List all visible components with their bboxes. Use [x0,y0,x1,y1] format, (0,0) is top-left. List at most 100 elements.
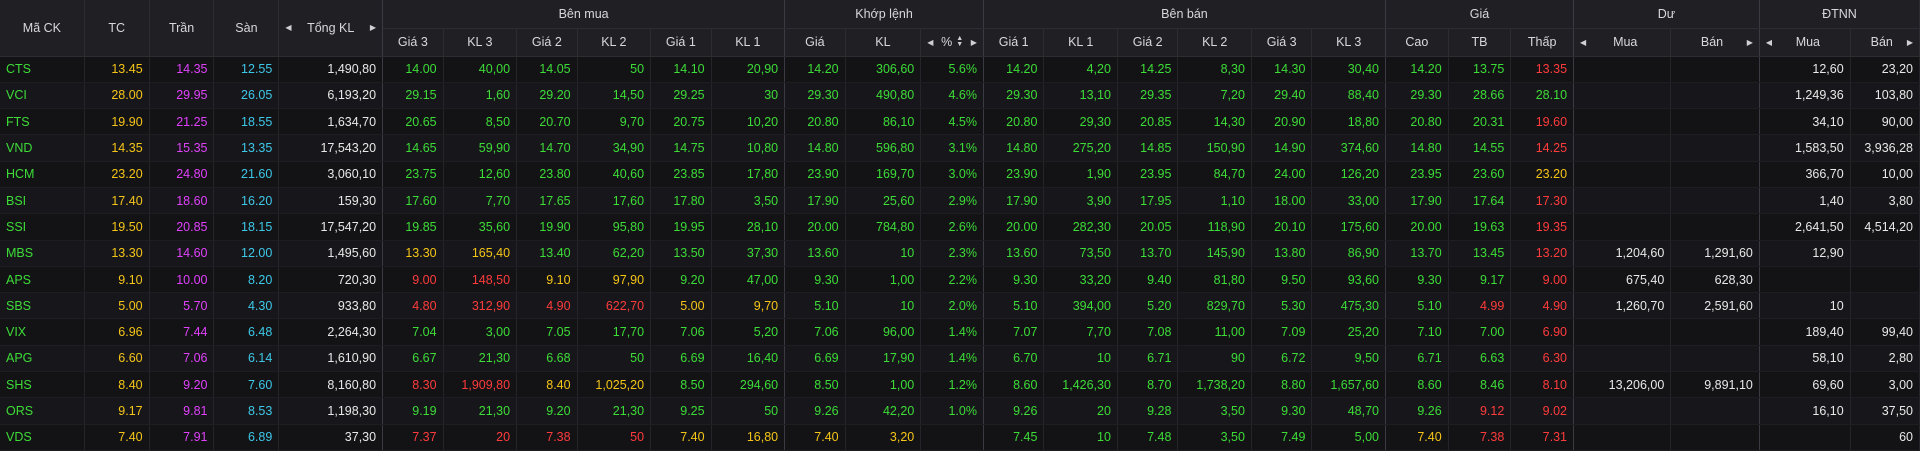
sell-volume-cell: 18,80 [1311,108,1386,136]
match-percent-cell: 3.0% [920,161,984,188]
table-row[interactable]: BSI 17.40 18.60 16.20 159,30 17.60 7,70 17.65 17… [0,187,1920,215]
col-floor-header[interactable]: Sàn [213,0,280,57]
table-row[interactable]: HCM 23.20 24.80 21.60 3,060,10 23.75 12,60 23.8… [0,161,1920,188]
col-total-volume-header[interactable]: ◀ Tổng KL ▶ [278,0,384,57]
table-row[interactable]: MBS 13.30 14.60 12.00 1,495,60 13.30 165,40 13.… [0,240,1920,267]
symbol-cell[interactable]: APG [0,345,85,373]
sell-price-cell: 6.72 [1251,345,1313,373]
foreign-sell-cell: 10,00 [1850,161,1920,188]
foreign-sell-header[interactable]: Bán ▶ [1850,28,1920,57]
symbol-cell[interactable]: SSI [0,213,85,241]
sell-price-cell: 6.70 [983,345,1045,373]
table-row[interactable]: VIX 6.96 7.44 6.48 2,264,30 7.04 3,00 7.05 17,70… [0,318,1920,346]
buy-price3-header[interactable]: Giá 3 [382,28,444,57]
sell-price3-header[interactable]: Giá 3 [1251,28,1313,57]
sell-price-cell: 20.10 [1251,213,1313,241]
symbol-cell[interactable]: ORS [0,397,85,425]
sell-price-cell: 14.20 [983,56,1045,83]
avg-price-cell: 28.66 [1448,82,1512,110]
buy-price2-header[interactable]: Giá 2 [516,28,578,57]
foreign-buy-cell: 10 [1759,292,1851,320]
residual-buy-cell [1573,161,1672,188]
table-row[interactable]: ORS 9.17 9.81 8.53 1,198,30 9.19 21,30 9.20 21,3… [0,397,1920,425]
symbol-cell[interactable]: CTS [0,56,85,83]
symbol-cell[interactable]: HCM [0,161,85,188]
caret-right-icon[interactable]: ▶ [1907,38,1913,47]
floor-price-cell: 8.53 [213,397,280,425]
buy-vol2-header[interactable]: KL 2 [577,28,652,57]
table-row[interactable]: VCI 28.00 29.95 26.05 6,193,20 29.15 1,60 29.20… [0,82,1920,110]
sell-price-cell: 24.00 [1251,161,1313,188]
symbol-cell[interactable]: VDS [0,424,85,451]
symbol-cell[interactable]: VCI [0,82,85,110]
buy-price1-header[interactable]: Giá 1 [650,28,712,57]
high-price-header[interactable]: Cao [1385,28,1449,57]
sell-price-cell: 20.05 [1117,213,1179,241]
residual-buy-cell: 675,40 [1573,266,1672,294]
symbol-cell[interactable]: SBS [0,292,85,320]
buy-volume-cell: 5,20 [711,318,786,346]
caret-right-icon[interactable]: ▶ [1747,38,1753,47]
symbol-cell[interactable]: VIX [0,318,85,346]
foreign-sell-cell [1850,266,1920,294]
sort-icon[interactable]: ▲ ▼ [956,35,963,48]
sell-vol1-header[interactable]: KL 1 [1043,28,1118,57]
buy-price-cell: 7.37 [382,424,444,451]
table-row[interactable]: SBS 5.00 5.70 4.30 933,80 4.80 312,90 4.90 622,7… [0,292,1920,320]
sell-vol2-header[interactable]: KL 2 [1177,28,1252,57]
low-price-cell: 23.20 [1510,161,1575,188]
symbol-cell[interactable]: FTS [0,108,85,136]
match-price-header[interactable]: Giá [784,28,846,57]
table-row[interactable]: SHS 8.40 9.20 7.60 8,160,80 8.30 1,909,80 8.40 1… [0,371,1920,399]
low-price-header[interactable]: Thấp [1510,28,1575,57]
ref-price-cell: 9.10 [84,266,150,294]
table-row[interactable]: CTS 13.45 14.35 12.55 1,490,80 14.00 40,00 14.0… [0,56,1920,83]
caret-left-icon[interactable]: ◀ [927,38,933,47]
buy-vol3-header[interactable]: KL 3 [443,28,518,57]
buy-volume-cell: 30 [711,82,786,110]
sell-price-cell: 13.80 [1251,240,1313,267]
sell-price-cell: 9.28 [1117,397,1179,425]
floor-price-cell: 8.20 [213,266,280,294]
sell-price-cell: 8.80 [1251,371,1313,399]
symbol-cell[interactable]: BSI [0,187,85,215]
symbol-cell[interactable]: SHS [0,371,85,399]
residual-sell-header[interactable]: Bán ▶ [1670,28,1760,57]
sell-price-cell: 6.71 [1117,345,1179,373]
match-volume-header[interactable]: KL [845,28,922,57]
match-price-cell: 13.60 [784,240,846,267]
symbol-cell[interactable]: MBS [0,240,85,267]
caret-right-icon[interactable]: ▶ [971,38,977,47]
buy-vol1-header[interactable]: KL 1 [711,28,786,57]
sell-price1-header[interactable]: Giá 1 [983,28,1045,57]
match-percent-cell: 2.6% [920,213,984,241]
ceil-price-cell: 9.81 [149,397,215,425]
buy-volume-cell: 50 [577,424,652,451]
sell-price2-header[interactable]: Giá 2 [1117,28,1179,57]
table-row[interactable]: SSI 19.50 20.85 18.15 17,547,20 19.85 35,60 19.… [0,213,1920,241]
caret-right-icon[interactable]: ▶ [370,23,376,32]
residual-buy-header[interactable]: ◀ Mua [1573,28,1672,57]
col-symbol-header[interactable]: Mã CK [0,0,85,57]
col-ceil-header[interactable]: Trần [149,0,215,57]
table-row[interactable]: APS 9.10 10.00 8.20 720,30 9.00 148,50 9.10 97,9… [0,266,1920,294]
avg-price-header[interactable]: TB [1448,28,1512,57]
buy-price-cell: 6.67 [382,345,444,373]
table-row[interactable]: VDS 7.40 7.91 6.89 37,30 7.37 20 7.38 50 7.40 16,8… [0,424,1920,451]
table-row[interactable]: APG 6.60 7.06 6.14 1,610,90 6.67 21,30 6.68 50 6.… [0,345,1920,373]
symbol-cell[interactable]: VND [0,134,85,162]
sell-vol3-header[interactable]: KL 3 [1311,28,1386,57]
high-price-cell: 6.71 [1385,345,1449,373]
foreign-buy-cell: 1,40 [1759,187,1851,215]
sell-volume-cell: 175,60 [1311,213,1386,241]
sell-volume-cell: 81,80 [1177,266,1252,294]
high-price-cell: 20.00 [1385,213,1449,241]
table-row[interactable]: VND 14.35 15.35 13.35 17,543,20 14.65 59,90 14.… [0,134,1920,162]
residual-sell-cell [1670,345,1760,373]
ceil-price-cell: 10.00 [149,266,215,294]
col-ref-header[interactable]: TC [84,0,150,57]
match-percent-header[interactable]: ◀% ▲ ▼ ▶ [920,28,984,57]
symbol-cell[interactable]: APS [0,266,85,294]
foreign-buy-header[interactable]: ◀ Mua [1759,28,1851,57]
table-row[interactable]: FTS 19.90 21.25 18.55 1,634,70 20.65 8,50 20.70… [0,108,1920,136]
